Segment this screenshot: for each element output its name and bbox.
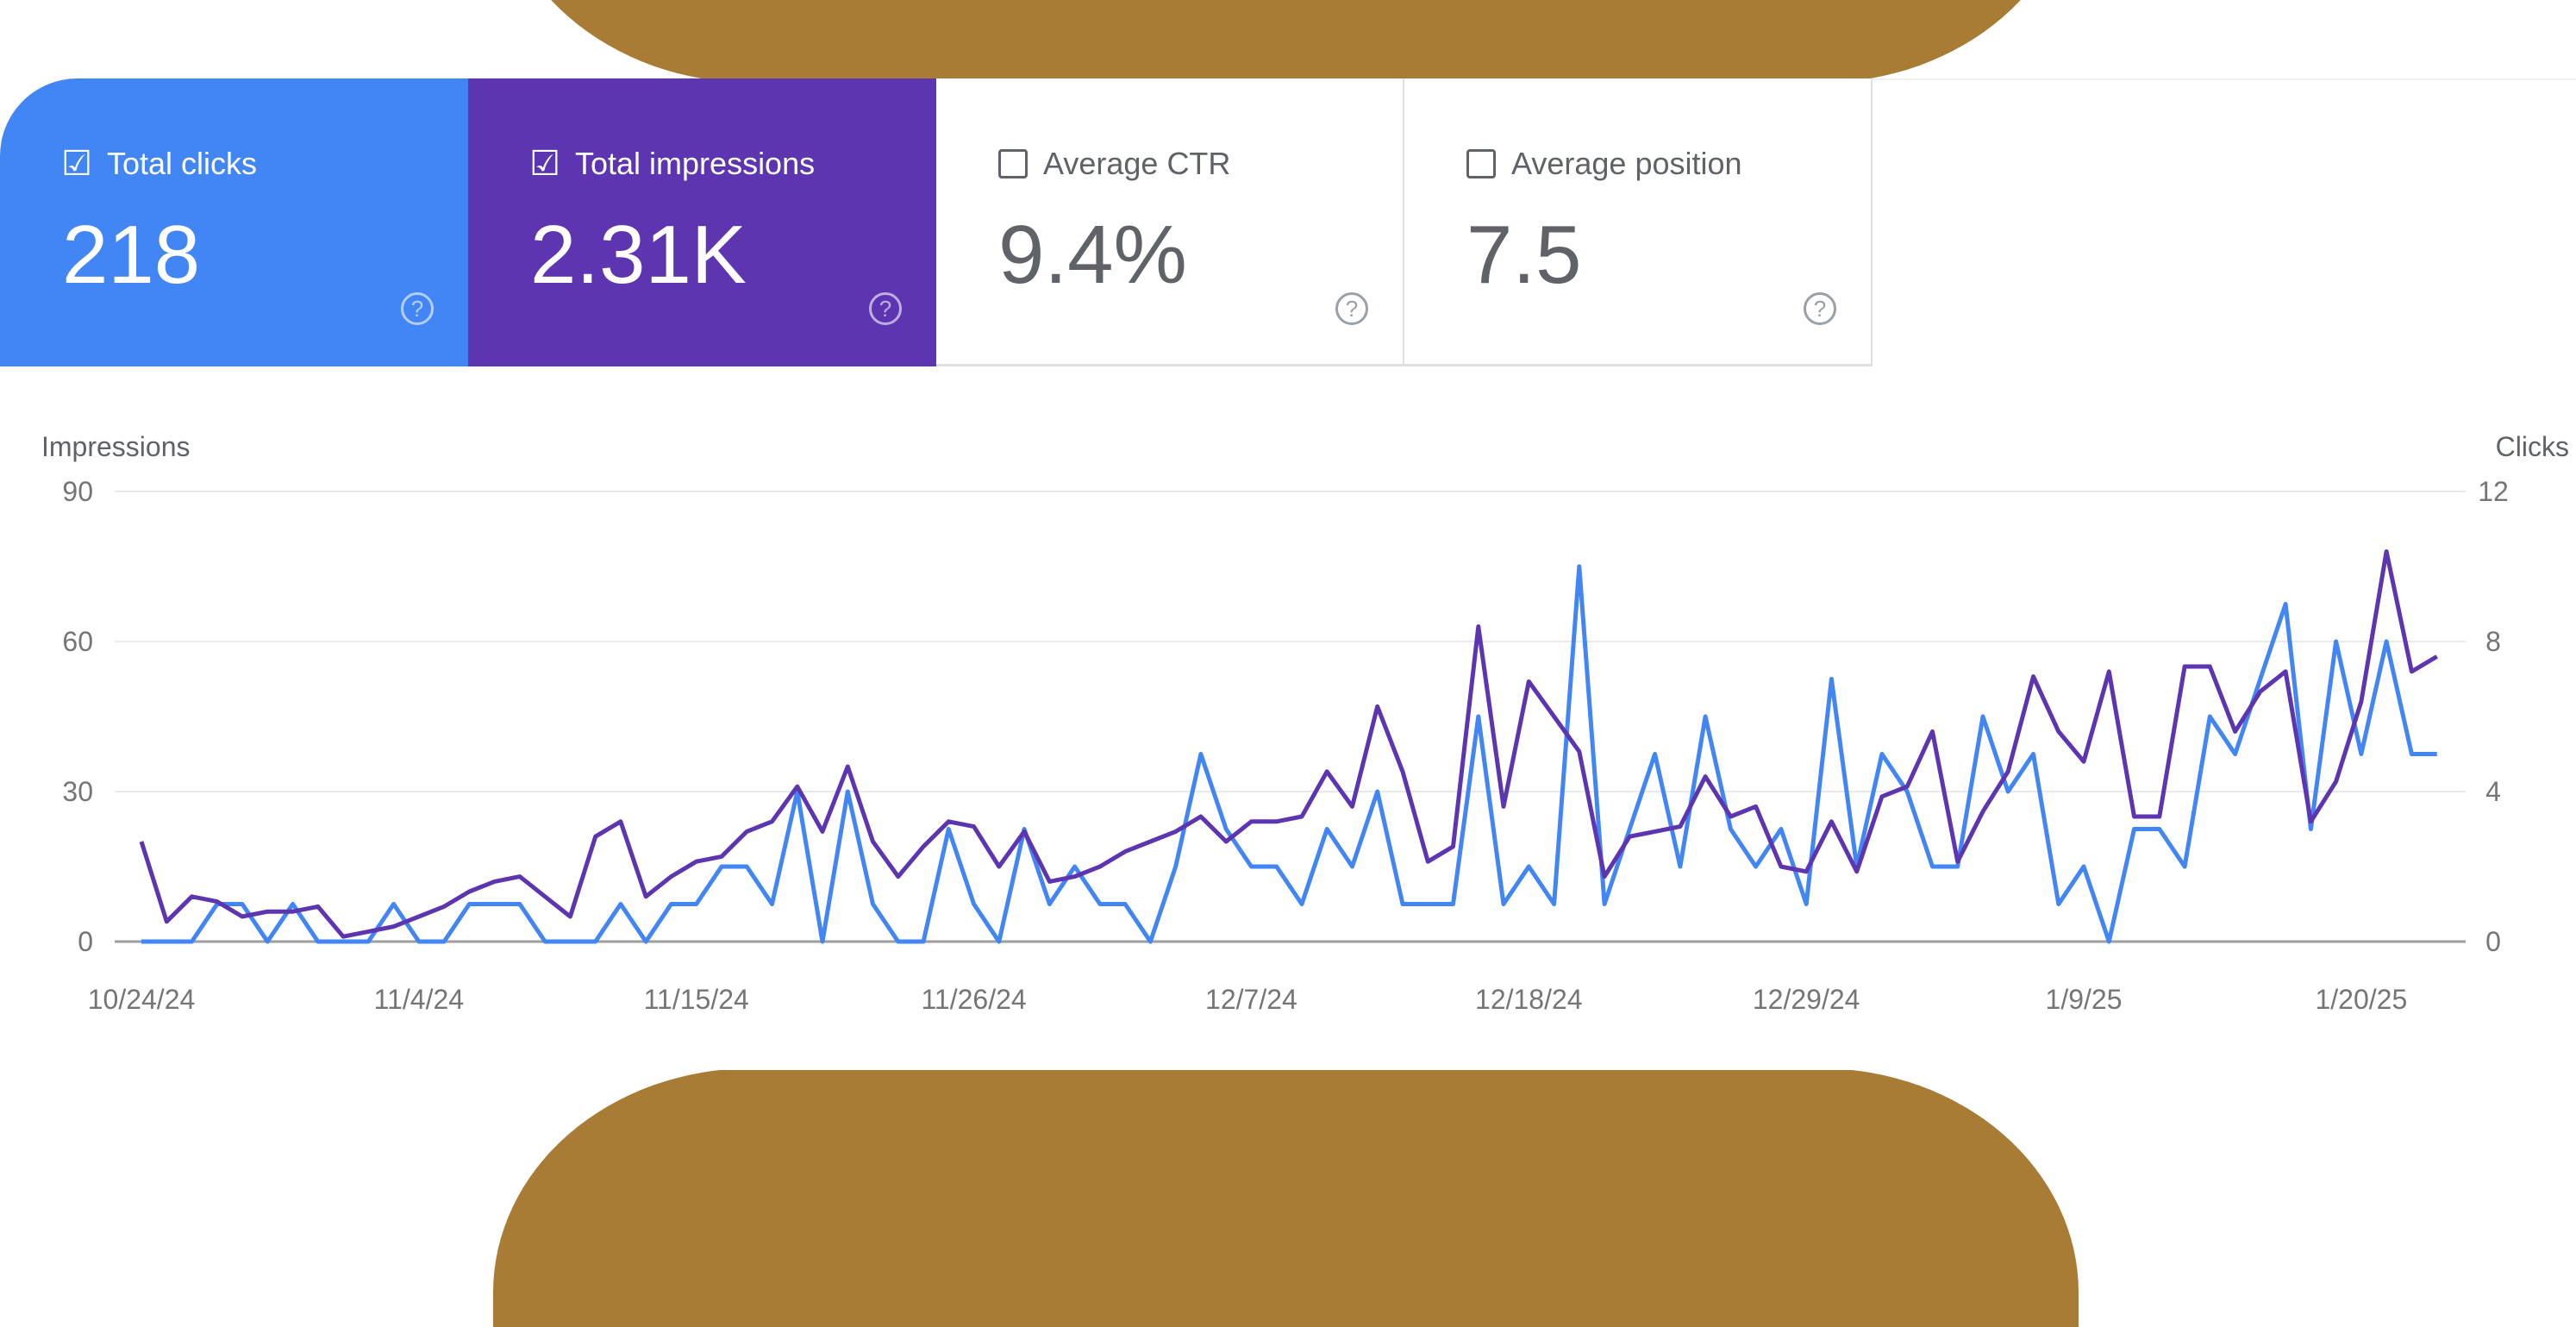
left-tick-label: 0 xyxy=(78,926,93,957)
left-tick-label: 90 xyxy=(62,476,93,507)
x-tick-label: 12/29/24 xyxy=(1753,984,1860,1015)
x-tick-label: 12/18/24 xyxy=(1475,984,1583,1015)
x-tick-label: 1/9/25 xyxy=(2046,984,2123,1015)
x-tick-label: 11/15/24 xyxy=(644,984,749,1015)
x-tick-label: 12/7/24 xyxy=(1205,984,1297,1015)
right-tick-label: 4 xyxy=(2485,776,2501,807)
right-tick-label: 0 xyxy=(2485,926,2501,957)
right-tick-label: 12 xyxy=(2478,476,2509,507)
x-tick-label: 11/26/24 xyxy=(921,984,1026,1015)
right-tick-label: 8 xyxy=(2485,626,2501,657)
left-tick-label: 30 xyxy=(62,776,93,807)
x-tick-label: 1/20/25 xyxy=(2315,984,2407,1015)
performance-chart: 0 30 60 90 0 4 8 12 10/24/24 11/4/24 11/15/24 11/26… xyxy=(0,0,2576,1143)
x-tick-label: 10/24/24 xyxy=(88,984,196,1015)
x-tick-label: 11/4/24 xyxy=(374,984,464,1015)
series-line-impressions xyxy=(141,552,2437,937)
left-tick-label: 60 xyxy=(62,626,93,657)
